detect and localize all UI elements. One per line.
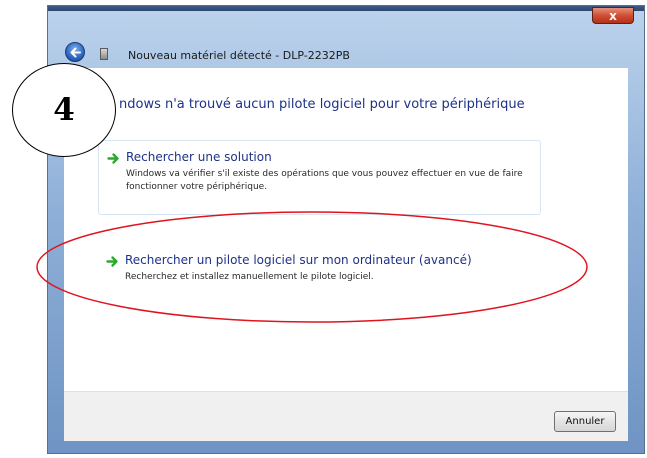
window-title: Nouveau matériel détecté - DLP-2232PB <box>128 49 350 62</box>
back-button[interactable] <box>65 42 85 62</box>
option-search-solution[interactable]: Rechercher une solution Windows va vérif… <box>98 140 541 215</box>
option-title: Rechercher un pilote logiciel sur mon or… <box>125 253 472 267</box>
step-marker: 4 <box>12 63 116 157</box>
cancel-button[interactable]: Annuler <box>554 411 616 432</box>
step-number: 4 <box>53 92 75 128</box>
option-title: Rechercher une solution <box>126 150 272 164</box>
window-top-edge <box>48 6 644 11</box>
page-heading: ndows n'a trouvé aucun pilote logiciel p… <box>119 97 525 112</box>
wizard-content: ndows n'a trouvé aucun pilote logiciel p… <box>64 68 628 391</box>
navigation-bar: Nouveau matériel détecté - DLP-2232PB <box>48 34 644 68</box>
device-icon <box>100 48 108 60</box>
close-button[interactable]: x <box>592 7 634 24</box>
wizard-footer: Annuler <box>64 391 628 441</box>
option-browse-driver[interactable]: Rechercher un pilote logiciel sur mon or… <box>98 244 541 296</box>
option-description: Windows va vérifier s'il existe des opér… <box>126 169 523 192</box>
back-arrow-icon <box>70 47 81 58</box>
green-arrow-icon <box>106 256 118 267</box>
option-description: Recherchez et installez manuellement le … <box>125 272 374 282</box>
wizard-window: x Nouveau matériel détecté - DLP-2232PB … <box>47 5 645 454</box>
